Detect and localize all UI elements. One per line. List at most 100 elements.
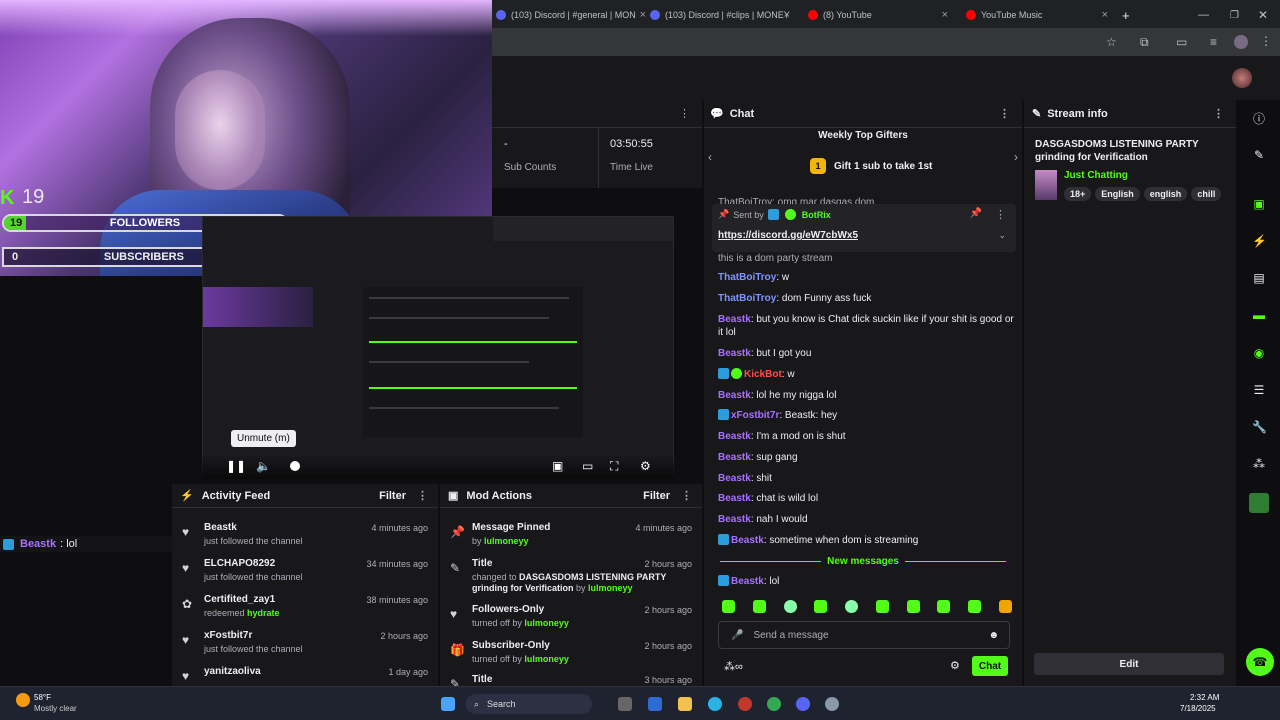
browser-tab-youtube[interactable]: (8) YouTube × [808, 4, 948, 26]
pencil-icon[interactable]: ✎ [1252, 148, 1266, 162]
settings-icon[interactable] [825, 697, 839, 711]
more-icon[interactable]: ⋮ [679, 107, 690, 120]
clock-time[interactable]: 2:32 AM [1190, 693, 1219, 702]
list-icon[interactable]: ☰ [1252, 383, 1266, 397]
volume-slider-handle[interactable] [290, 461, 300, 471]
minimize-icon[interactable]: — [1198, 4, 1209, 26]
mod-action-item[interactable]: ♥ Followers-Only turned off by lulmoneyy… [440, 602, 702, 638]
pinned-link[interactable]: https://discord.gg/eW7cbWx5 [718, 230, 858, 241]
gift-cta[interactable]: 1 Gift 1 sub to take 1st [810, 158, 932, 174]
chat-send-button[interactable]: Chat [972, 656, 1008, 676]
browser-tab-youtube-music[interactable]: YouTube Music × [966, 4, 1108, 26]
category-thumbnail[interactable] [1035, 170, 1057, 200]
discord-icon[interactable] [796, 697, 810, 711]
close-icon[interactable]: × [942, 9, 948, 21]
nodes-icon[interactable]: ⁂ [1252, 457, 1266, 471]
activity-item[interactable]: ♥ ELCHAPO8292 just followed the channel … [172, 556, 438, 592]
chat-tools-icon[interactable]: ⁂∞ [724, 660, 743, 673]
activity-filter-button[interactable]: Filter [379, 490, 406, 502]
chat-message[interactable]: Beastk: but I got you [718, 347, 1014, 360]
playlist-icon[interactable]: ≡ [1210, 35, 1217, 49]
chevron-right-icon[interactable]: › [1014, 150, 1018, 164]
box-icon[interactable]: ▣ [1252, 197, 1266, 211]
mod-action-item[interactable]: ✎ Title changed to DASGASDOM3 LISTENING … [440, 556, 702, 593]
emote-icon[interactable] [722, 600, 735, 613]
chat-message[interactable]: ThatBoiTroy: dom Funny ass fuck [718, 292, 1014, 305]
star-icon[interactable]: ☆ [1106, 35, 1117, 49]
activity-item[interactable]: ♥ xFostbit7r just followed the channel 2… [172, 628, 438, 664]
mod-action-item[interactable]: 🎁 Subscriber-Only turned off by lulmoney… [440, 638, 702, 674]
close-icon[interactable]: × [784, 9, 790, 21]
settings-icon[interactable]: ⚙ [950, 659, 960, 672]
chevron-down-icon[interactable]: ⌄ [998, 230, 1006, 241]
activity-item[interactable]: ✿ Certifited_zay1 redeemed hydrate 38 mi… [172, 592, 438, 628]
menu-icon[interactable]: ⋮ [1260, 34, 1272, 48]
info-icon[interactable]: ⓘ [1252, 112, 1266, 126]
edit-stream-info-button[interactable]: Edit [1034, 653, 1224, 675]
activity-item[interactable]: ♥ Beastk just followed the channel 4 min… [172, 520, 438, 556]
tag[interactable]: chill [1191, 187, 1222, 201]
chat-message[interactable]: Beastk: nah I would [718, 513, 1014, 526]
more-icon[interactable]: ⋮ [995, 208, 1006, 221]
new-tab-button[interactable]: + [1122, 4, 1130, 26]
support-icon[interactable]: ☎ [1246, 648, 1274, 676]
more-icon[interactable]: ⋮ [681, 489, 692, 502]
app-icon[interactable] [1249, 493, 1269, 513]
edge-icon[interactable] [708, 697, 722, 711]
chat-input[interactable]: 🎤 Send a message ☻ [718, 621, 1010, 649]
task-view-icon[interactable] [618, 697, 632, 711]
broadcast-icon[interactable]: ◉ [1252, 346, 1266, 360]
settings-icon[interactable]: ⚙ [640, 459, 651, 473]
chat-message[interactable]: Beastk: shit [718, 472, 1014, 485]
taskbar-search[interactable]: ⌕ Search [466, 694, 592, 714]
chat-bubble-icon[interactable]: ▬ [1252, 308, 1266, 322]
theater-icon[interactable]: ▭ [582, 459, 593, 473]
pause-icon[interactable]: ❚❚ [226, 459, 246, 473]
emote-icon[interactable] [906, 600, 920, 613]
emote-icon[interactable] [752, 600, 766, 613]
chrome-icon[interactable] [767, 697, 781, 711]
wrench-icon[interactable]: 🔧 [1252, 420, 1267, 434]
unpin-icon[interactable]: 📌 [970, 208, 982, 219]
profile-avatar[interactable] [1234, 35, 1248, 49]
chat-message[interactable]: xFostbit7r: Beastk: hey [718, 409, 1014, 422]
windows-start-icon[interactable] [441, 697, 455, 711]
window-close-icon[interactable]: ✕ [1258, 4, 1268, 26]
fullscreen-icon[interactable]: ⛶ [610, 459, 618, 474]
mod-action-item[interactable]: ✎ Title 3 hours ago [440, 672, 702, 686]
document-icon[interactable]: ▤ [1252, 271, 1266, 285]
chat-message[interactable]: Beastk: lol [718, 575, 1014, 588]
mod-filter-button[interactable]: Filter [643, 490, 670, 502]
new-messages-divider[interactable]: New messages [714, 555, 1012, 567]
emote-icon[interactable] [814, 600, 828, 613]
emote-icon[interactable] [937, 600, 951, 613]
chat-message[interactable]: KickBot: w [718, 368, 1014, 381]
chat-message[interactable]: Beastk: I'm a mod on is shut [718, 430, 1014, 443]
weather-icon[interactable] [16, 693, 30, 707]
emote-icon[interactable] [845, 600, 859, 613]
more-icon[interactable]: ⋮ [1213, 107, 1224, 120]
microphone-icon[interactable]: 🎤 [731, 630, 743, 641]
pip-icon[interactable]: ▣ [552, 459, 563, 473]
file-explorer-icon[interactable] [678, 697, 692, 711]
emote-icon[interactable] [998, 600, 1012, 613]
extensions-icon[interactable]: ⧉ [1140, 35, 1149, 50]
chat-message[interactable]: Beastk: sup gang [718, 451, 1014, 464]
chat-message[interactable]: ThatBoiTroy: w [718, 271, 1014, 284]
restore-icon[interactable]: ❐ [1230, 4, 1239, 26]
store-icon[interactable] [648, 697, 662, 711]
chat-message[interactable]: Beastk: lol he my nigga lol [718, 389, 1014, 402]
browser-tab-discord-general[interactable]: (103) Discord | #general | MON × [496, 4, 646, 26]
clock-date[interactable]: 7/18/2025 [1180, 704, 1216, 713]
category-link[interactable]: Just Chatting [1064, 170, 1128, 181]
lightning-icon[interactable]: ⚡ [1252, 234, 1267, 248]
tag[interactable]: 18+ [1064, 187, 1092, 201]
cast-icon[interactable]: ▭ [1176, 35, 1187, 49]
app-icon[interactable] [738, 697, 752, 711]
close-icon[interactable]: × [640, 9, 646, 21]
chat-message[interactable]: Beastk: but you know is Chat dick suckin… [718, 313, 1014, 339]
close-icon[interactable]: × [1102, 9, 1108, 21]
more-icon[interactable]: ⋮ [417, 489, 428, 502]
activity-item[interactable]: ♥ yanitzaoliva 1 day ago [172, 664, 438, 686]
chat-message[interactable]: Beastk: sometime when dom is streaming [718, 534, 1014, 547]
